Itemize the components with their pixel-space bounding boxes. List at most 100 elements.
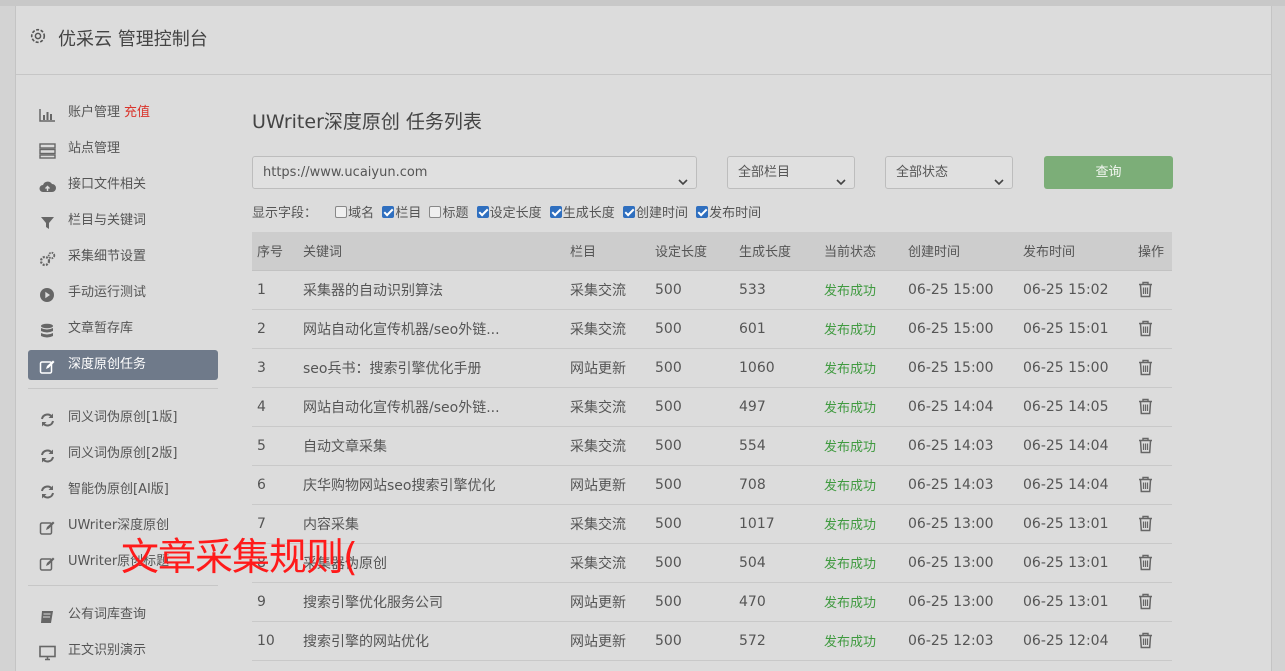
cell-index: 2	[252, 309, 298, 349]
checkbox-label: 设定长度	[489, 206, 542, 221]
trash-icon[interactable]	[1138, 632, 1153, 649]
table-row: 10 搜索引擎的网站优化 网站更新 500 572 发布成功 06-25 12:03 06-2…	[252, 621, 1172, 661]
sidebar-item-label: 同义词伪原创[2版]	[68, 446, 178, 461]
th-actions: 操作	[1133, 232, 1172, 271]
trash-icon[interactable]	[1138, 320, 1153, 337]
checkbox-label: 标题	[442, 206, 469, 221]
field-checkbox-publish-time[interactable]: 发布时间	[696, 202, 761, 221]
sidebar-item-columns-keywords[interactable]: 栏目与关键词	[28, 206, 218, 236]
cell-status: 发布成功	[819, 504, 903, 544]
cell-keyword: 采集器的自动识别算法	[298, 270, 565, 310]
cell-create-time: 06-25 14:03	[903, 465, 1018, 505]
page-header: 优采云 管理控制台	[16, 6, 1271, 75]
checkbox[interactable]	[429, 206, 442, 218]
cell-column: 网站更新	[565, 621, 650, 661]
cell-publish-time: 06-25 13:01	[1018, 504, 1133, 544]
cell-actions	[1133, 621, 1172, 661]
column-select[interactable]: 全部栏目	[727, 156, 855, 189]
checkbox[interactable]	[549, 206, 562, 218]
trash-icon[interactable]	[1138, 359, 1153, 376]
checkbox[interactable]	[622, 206, 635, 218]
trash-icon[interactable]	[1138, 476, 1153, 493]
checkbox-label: 栏目	[395, 206, 422, 221]
sidebar-item-article-storage[interactable]: 文章暂存库	[28, 314, 218, 344]
cell-keyword: seo兵书：搜索引擎优化手册	[298, 348, 565, 388]
sidebar-item-interface-files[interactable]: 接口文件相关	[28, 170, 218, 200]
cell-set-length: 500	[650, 348, 734, 388]
table-row: 7 内容采集 采集交流 500 1017 发布成功 06-25 13:00 06-25 13:…	[252, 504, 1172, 544]
trash-icon[interactable]	[1138, 515, 1153, 532]
trash-icon[interactable]	[1138, 398, 1153, 415]
cell-gen-length: 708	[734, 465, 819, 505]
cell-status: 发布成功	[819, 621, 903, 661]
trash-icon[interactable]	[1138, 281, 1153, 298]
checkbox[interactable]	[476, 206, 489, 218]
trash-icon[interactable]	[1138, 437, 1153, 454]
field-checkbox-create-time[interactable]: 创建时间	[622, 202, 688, 221]
field-checkbox-column[interactable]: 栏目	[382, 202, 421, 221]
sidebar-item-text-recognition[interactable]: 正文识别演示	[28, 636, 218, 666]
table-row: 3 seo兵书：搜索引擎优化手册 网站更新 500 1060 发布成功 06-25 15:0…	[252, 348, 1172, 388]
cell-column: 采集交流	[565, 426, 650, 466]
cell-keyword: 搜索引擎的网站优化	[298, 621, 565, 661]
cell-keyword: 网站自动化宣传机器/seo外链...	[298, 309, 565, 349]
sidebar-item-smart-ai[interactable]: 智能伪原创[AI版]	[28, 475, 218, 505]
cell-index: 10	[252, 621, 298, 661]
cell-actions	[1133, 582, 1172, 622]
database-icon	[39, 321, 56, 338]
sidebar-item-deep-original-tasks[interactable]: 深度原创任务	[28, 350, 218, 380]
trash-icon[interactable]	[1138, 554, 1153, 571]
sidebar-item-account[interactable]: 账户管理 充值	[28, 98, 218, 128]
checkbox-label: 发布时间	[709, 206, 762, 221]
cell-create-time: 06-25 13:00	[903, 543, 1018, 583]
cell-set-length: 500	[650, 582, 734, 622]
recharge-link[interactable]: 充值	[124, 105, 150, 120]
refresh-icon	[39, 410, 56, 427]
checkbox-label: 域名	[348, 206, 375, 221]
field-checkbox-set-length[interactable]: 设定长度	[476, 202, 542, 221]
site-select[interactable]: https://www.ucaiyun.com	[252, 156, 697, 189]
display-fields-label: 显示字段：	[252, 206, 318, 221]
th-keyword: 关键词	[298, 232, 565, 271]
sidebar-item-sites[interactable]: 站点管理	[28, 134, 218, 164]
filter-icon	[39, 213, 56, 229]
sidebar-item-label: 手动运行测试	[68, 285, 147, 300]
cell-gen-length: 470	[734, 582, 819, 622]
sidebar-item-label: 站点管理	[68, 141, 121, 156]
cell-column: 采集交流	[565, 270, 650, 310]
cell-publish-time: 06-25 15:01	[1018, 309, 1133, 349]
cell-set-length: 500	[650, 270, 734, 310]
cell-create-time: 06-25 15:00	[903, 348, 1018, 388]
cell-publish-time: 06-25 14:04	[1018, 426, 1133, 466]
field-checkbox-domain[interactable]: 域名	[335, 202, 374, 221]
table-row: 8 采集器伪原创 采集交流 500 504 发布成功 06-25 13:00 06-25 13…	[252, 543, 1172, 583]
table-row: 1 采集器的自动识别算法 采集交流 500 533 发布成功 06-25 15:00 06-2…	[252, 270, 1172, 310]
field-checkbox-gen-length[interactable]: 生成长度	[549, 202, 615, 221]
query-button[interactable]: 查询	[1044, 156, 1173, 189]
refresh-icon	[39, 446, 56, 463]
edit-icon	[39, 357, 56, 374]
sidebar-item-label: 栏目与关键词	[68, 213, 147, 228]
sidebar-item-synonym-v2[interactable]: 同义词伪原创[2版]	[28, 439, 218, 469]
checkbox[interactable]	[696, 206, 709, 218]
checkbox[interactable]	[382, 206, 395, 218]
checkbox[interactable]	[335, 206, 348, 218]
sidebar-item-synonym-v1[interactable]: 同义词伪原创[1版]	[28, 403, 218, 433]
sidebar-item-collect-settings[interactable]: 采集细节设置	[28, 242, 218, 272]
th-create-time: 创建时间	[903, 232, 1018, 271]
cell-actions	[1133, 387, 1172, 427]
cell-publish-time: 06-25 14:05	[1018, 387, 1133, 427]
console-title: 优采云 管理控制台	[58, 29, 208, 50]
sidebar-item-public-lexicon[interactable]: 公有词库查询	[28, 600, 218, 630]
field-checkbox-title[interactable]: 标题	[429, 202, 468, 221]
table-row: 4 网站自动化宣传机器/seo外链... 采集交流 500 497 发布成功 06-25 1…	[252, 387, 1172, 427]
cell-set-length: 500	[650, 621, 734, 661]
cell-status: 发布成功	[819, 309, 903, 349]
sidebar-item-manual-test[interactable]: 手动运行测试	[28, 278, 218, 308]
status-select[interactable]: 全部状态	[885, 156, 1013, 189]
cell-gen-length: 601	[734, 309, 819, 349]
cell-create-time: 06-25 13:00	[903, 582, 1018, 622]
trash-icon[interactable]	[1138, 593, 1153, 610]
cell-gen-length: 533	[734, 270, 819, 310]
table-row: 5 自动文章采集 采集交流 500 554 发布成功 06-25 14:03 06-25 14…	[252, 426, 1172, 466]
